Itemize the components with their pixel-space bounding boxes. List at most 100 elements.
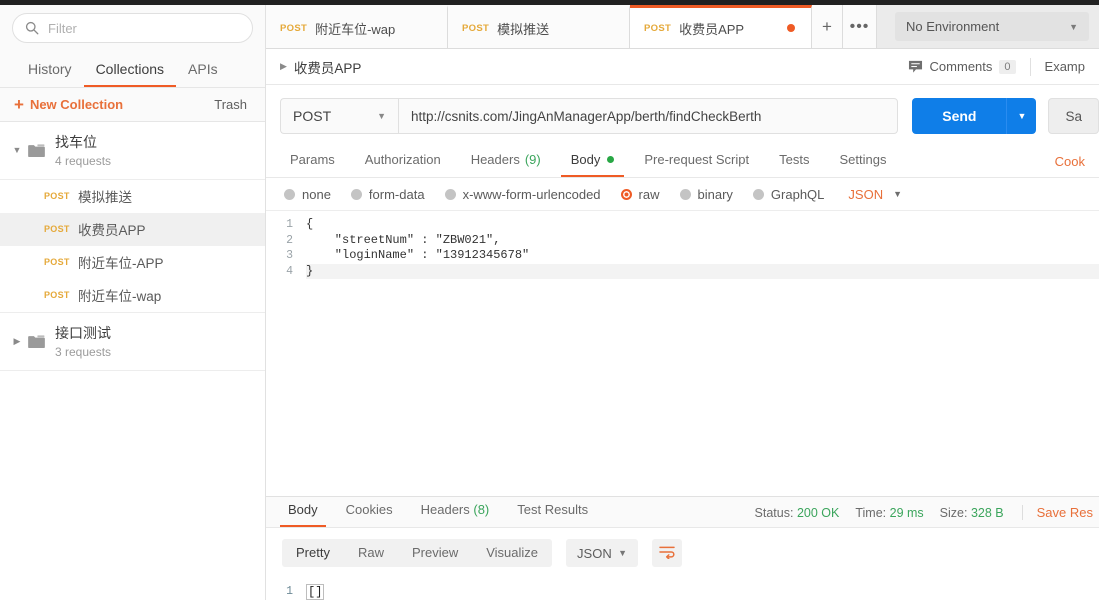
filter-box[interactable] xyxy=(12,13,253,43)
response-tab-body[interactable]: Body xyxy=(280,502,326,527)
open-tab-shoufeiyuan-app[interactable]: POST 收费员APP xyxy=(630,5,812,48)
radio-label: x-www-form-urlencoded xyxy=(463,187,601,202)
chevron-right-icon[interactable]: ▶ xyxy=(280,61,287,72)
code-line: "streetNum" : "ZBW021", xyxy=(306,233,1099,249)
postman-window: History Collections APIs + New Collectio… xyxy=(0,0,1099,600)
sidebar-tab-history[interactable]: History xyxy=(16,61,84,87)
response-line-numbers: 1 xyxy=(266,584,302,600)
sidebar-tabs: History Collections APIs xyxy=(0,52,265,88)
open-tab-fujinchewei-wap[interactable]: POST 附近车位-wap xyxy=(266,5,448,48)
body-format-selector[interactable]: JSON ▼ xyxy=(848,187,902,202)
radio-label: none xyxy=(302,187,331,202)
url-input[interactable] xyxy=(398,98,898,134)
request-body-editor[interactable]: 1234 { "streetNum" : "ZBW021", "loginNam… xyxy=(266,210,1099,496)
sidebar-request-fujinchewei-wap[interactable]: POST 附近车位-wap xyxy=(0,279,265,312)
response-tab-cookies[interactable]: Cookies xyxy=(338,502,401,527)
environment-selector[interactable]: No Environment ▼ xyxy=(895,12,1089,41)
sidebar-request-fujinchewei-app[interactable]: POST 附近车位-APP xyxy=(0,246,265,279)
tab-settings[interactable]: Settings xyxy=(829,152,896,177)
chevron-right-icon[interactable]: ▶ xyxy=(10,336,24,347)
tab-method: POST xyxy=(462,23,489,34)
response-tab-test-results[interactable]: Test Results xyxy=(509,502,596,527)
response-body-content: [] xyxy=(302,584,324,600)
body-type-graphql[interactable]: GraphQL xyxy=(753,187,824,202)
request-name: 模拟推送 xyxy=(78,186,132,206)
http-method-selector[interactable]: POST ▼ xyxy=(280,98,398,134)
collection-header-2[interactable]: ▶ 接口测试 3 requests xyxy=(0,313,265,370)
sidebar-tab-apis[interactable]: APIs xyxy=(176,61,230,87)
body-type-none[interactable]: none xyxy=(284,187,331,202)
radio-icon xyxy=(351,189,362,200)
view-mode-raw[interactable]: Raw xyxy=(344,539,398,567)
unsaved-changes-icon xyxy=(787,24,795,32)
response-meta: Status: 200 OK Time: 29 ms Size: 328 B S… xyxy=(739,505,1099,527)
body-present-icon xyxy=(607,156,614,163)
view-mode-visualize[interactable]: Visualize xyxy=(472,539,552,567)
save-button[interactable]: Sa xyxy=(1048,98,1099,134)
chevron-down-icon: ▼ xyxy=(1069,22,1078,32)
search-input[interactable] xyxy=(48,21,240,36)
response-tab-headers[interactable]: Headers (8) xyxy=(413,502,498,527)
tab-pre-request-script[interactable]: Pre-request Script xyxy=(634,152,759,177)
radio-label: GraphQL xyxy=(771,187,824,202)
chevron-down-icon: ▼ xyxy=(618,548,627,558)
new-tab-button[interactable]: + xyxy=(812,5,843,48)
send-group: Send ▼ xyxy=(912,98,1036,134)
save-response-button[interactable]: Save Res xyxy=(1037,505,1099,520)
view-mode-preview[interactable]: Preview xyxy=(398,539,472,567)
collection-text-1: 找车位 4 requests xyxy=(55,133,111,168)
collection-name: 找车位 xyxy=(55,133,111,152)
send-button[interactable]: Send xyxy=(912,98,1006,134)
radio-icon xyxy=(680,189,691,200)
tab-options-button[interactable]: ••• xyxy=(843,5,877,48)
comments-label: Comments xyxy=(930,59,993,74)
breadcrumb-actions: Comments 0 Examp xyxy=(894,49,1099,84)
tab-label: Body xyxy=(571,152,601,167)
sidebar: History Collections APIs + New Collectio… xyxy=(0,0,266,600)
http-method-value: POST xyxy=(293,108,331,124)
sidebar-request-moni-tuisong[interactable]: POST 模拟推送 xyxy=(0,180,265,213)
body-type-x-www-form-urlencoded[interactable]: x-www-form-urlencoded xyxy=(445,187,601,202)
tab-headers[interactable]: Headers (9) xyxy=(461,152,551,177)
tab-title: 附近车位-wap xyxy=(315,19,395,38)
editor-line-numbers: 1234 xyxy=(266,211,302,496)
body-type-form-data[interactable]: form-data xyxy=(351,187,425,202)
size-label: Size: xyxy=(940,506,968,520)
body-format-value: JSON xyxy=(848,187,883,202)
body-type-binary[interactable]: binary xyxy=(680,187,733,202)
collection-text-2: 接口测试 3 requests xyxy=(55,324,111,359)
response-format-selector[interactable]: JSON ▼ xyxy=(566,539,638,567)
comments-button[interactable]: Comments 0 xyxy=(894,59,1030,74)
tab-tests[interactable]: Tests xyxy=(769,152,819,177)
tab-params[interactable]: Params xyxy=(280,152,345,177)
main-panel: POST 附近车位-wap POST 模拟推送 POST 收费员APP + ••… xyxy=(266,0,1099,600)
breadcrumb[interactable]: ▶ 收费员APP xyxy=(280,57,361,77)
collection-header-1[interactable]: ▼ 找车位 4 requests xyxy=(0,122,265,179)
request-method-badge: POST xyxy=(44,257,78,267)
new-collection-button[interactable]: + New Collection xyxy=(14,96,123,113)
examples-button[interactable]: Examp xyxy=(1031,59,1099,74)
environment-label: No Environment xyxy=(906,19,999,34)
tab-title: 收费员APP xyxy=(679,19,744,38)
send-options-button[interactable]: ▼ xyxy=(1006,98,1036,134)
tab-body[interactable]: Body xyxy=(561,152,625,177)
trash-button[interactable]: Trash xyxy=(214,97,247,112)
sidebar-actions: + New Collection Trash xyxy=(0,88,265,122)
request-method-badge: POST xyxy=(44,290,78,300)
editor-content[interactable]: { "streetNum" : "ZBW021", "loginName" : … xyxy=(302,211,1099,496)
folder-icon xyxy=(28,144,45,157)
chevron-down-icon[interactable]: ▼ xyxy=(10,145,24,155)
open-tab-moni-tuisong[interactable]: POST 模拟推送 xyxy=(448,5,630,48)
cookies-link[interactable]: Cook xyxy=(1055,154,1099,177)
sidebar-request-shoufeiyuan-app[interactable]: POST 收费员APP xyxy=(0,213,265,246)
sidebar-tab-collections[interactable]: Collections xyxy=(84,61,176,87)
tab-authorization[interactable]: Authorization xyxy=(355,152,451,177)
line-number: 1 xyxy=(286,585,293,598)
size-item: Size: 328 B xyxy=(940,506,1004,520)
environment-area: No Environment ▼ xyxy=(877,5,1099,48)
request-tab-bar: POST 附近车位-wap POST 模拟推送 POST 收费员APP + ••… xyxy=(266,5,1099,49)
wrap-lines-button[interactable] xyxy=(652,539,682,567)
response-view-modes: Pretty Raw Preview Visualize xyxy=(282,539,552,567)
body-type-raw[interactable]: raw xyxy=(621,187,660,202)
view-mode-pretty[interactable]: Pretty xyxy=(282,539,344,567)
